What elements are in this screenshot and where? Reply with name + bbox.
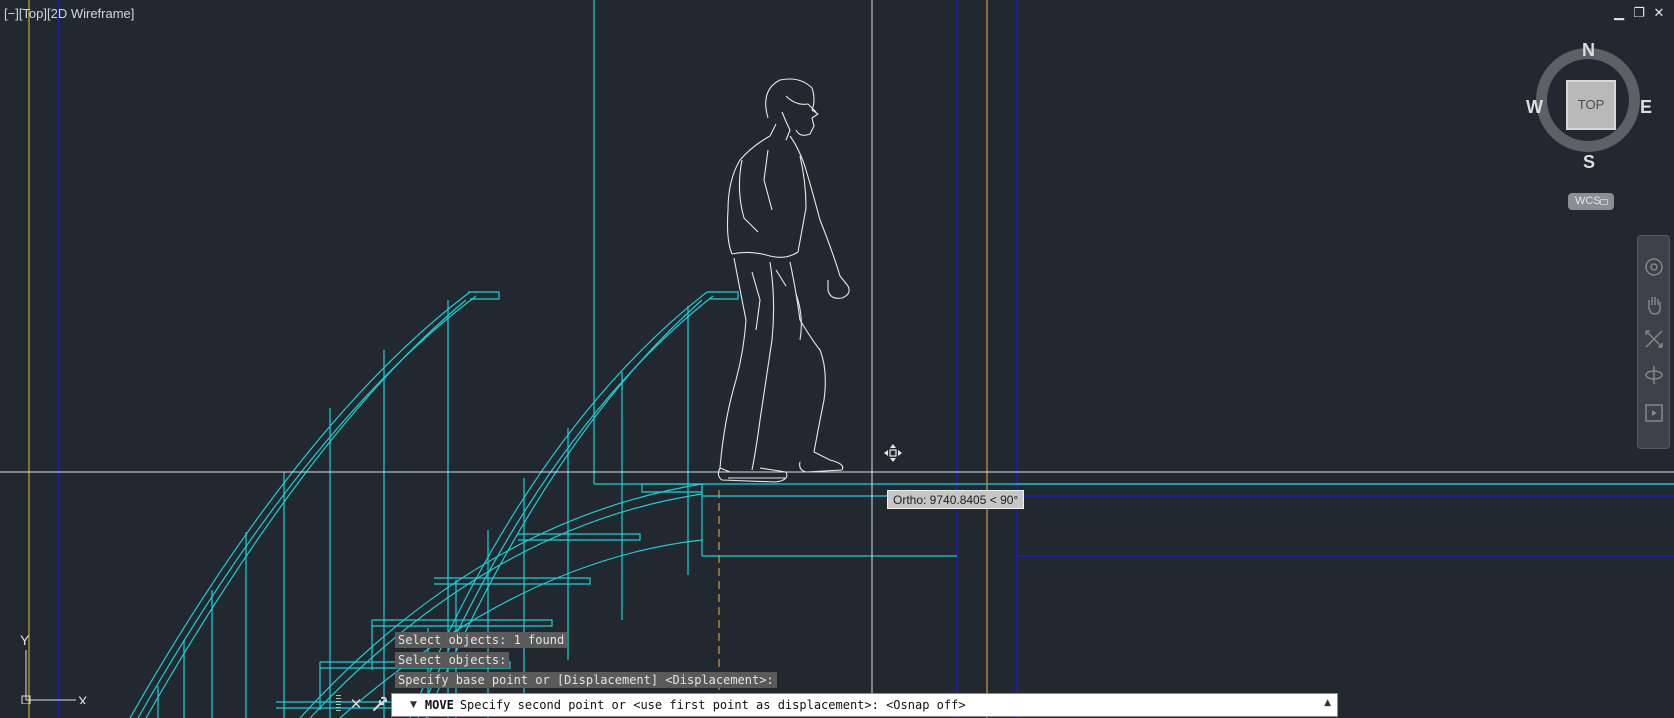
drag-grip-icon[interactable] [336,695,341,713]
minimize-icon[interactable]: ▁ [1612,6,1626,22]
restore-icon[interactable]: ❐ [1632,6,1646,22]
expand-history-icon[interactable]: ▲ [1324,698,1331,708]
viewcube-top-face[interactable]: TOP [1566,80,1616,130]
showmotion-icon[interactable] [1643,402,1665,424]
blue-lines [58,0,1674,718]
close-icon[interactable]: ✕ [1652,6,1666,22]
ucs-x-label: X [78,693,88,704]
compass-west[interactable]: W [1526,97,1543,118]
history-line: Select objects: 1 found [395,632,568,648]
wall-lines [593,0,1674,557]
history-line: Select objects: [395,652,510,668]
settings-wrench-icon[interactable] [371,695,389,713]
command-line-tools: ✕ [336,695,389,713]
command-history: Select objects: 1 found Select objects: … [395,632,777,692]
compass-east[interactable]: E [1640,97,1652,118]
crosshair [0,0,1674,693]
person-figure[interactable] [717,78,850,483]
command-prompt: Specify second point or <use first point… [459,698,966,712]
compass-north[interactable]: N [1582,40,1595,61]
move-cursor-icon [884,444,902,462]
zoom-extents-icon[interactable] [1643,328,1665,350]
drawing-canvas[interactable] [0,0,1674,718]
command-line-input[interactable]: ▼ MOVE Specify second point or <use firs… [391,693,1338,717]
ucs-y-label: Y [20,632,30,648]
viewport-controls-label[interactable]: [−][Top][2D Wireframe] [4,6,134,21]
navigation-bar [1637,235,1670,449]
ucs-icon: Y X [20,632,88,704]
compass-south[interactable]: S [1583,152,1595,173]
ortho-tooltip: Ortho: 9740.8405 < 90° [887,490,1025,509]
command-name: MOVE [424,698,454,712]
viewcube[interactable]: TOP N S E W [1526,38,1656,172]
steering-wheel-icon[interactable] [1643,256,1665,278]
orbit-icon[interactable] [1643,364,1665,386]
close-icon[interactable]: ✕ [347,695,365,713]
history-line: Specify base point or [Displacement] <Di… [395,672,777,688]
viewport-window-controls: ▁ ❐ ✕ [1612,6,1666,22]
recent-commands-dropdown-icon[interactable]: ▼ [410,700,417,710]
wcs-menu-button[interactable]: WCS [1568,193,1614,210]
pan-hand-icon[interactable] [1643,294,1665,316]
orange-lines [28,0,988,718]
